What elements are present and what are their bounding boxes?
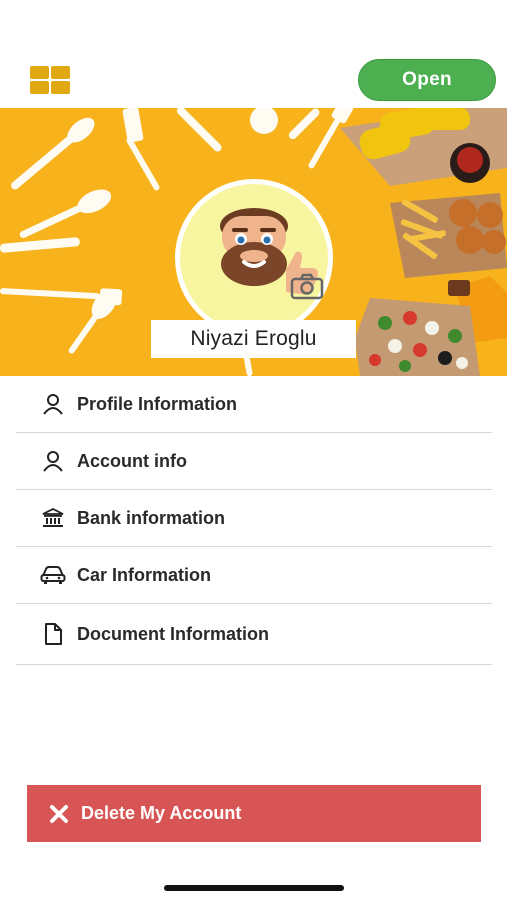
close-icon [50,804,68,823]
memoji-avatar [175,179,333,337]
car-icon [38,563,68,587]
menu-item-label: Profile Information [77,393,238,414]
user-icon [38,449,68,473]
avatar[interactable] [174,178,334,338]
document-icon [38,622,68,646]
menu-item-bank-information[interactable]: Bank information [16,490,492,547]
camera-icon[interactable] [290,272,324,300]
profile-banner: Niyazi Eroglu [0,108,507,376]
menu-item-document-information[interactable]: Document Information [16,604,492,665]
grid-icon[interactable] [30,66,70,94]
settings-menu: Profile Information Account info Bank in… [16,376,492,665]
menu-item-car-information[interactable]: Car Information [16,547,492,604]
home-indicator[interactable] [164,885,344,891]
menu-item-label: Account info [77,450,187,471]
top-bar: Open [0,0,507,108]
user-icon [38,392,68,416]
delete-account-button[interactable]: Delete My Account [27,785,481,842]
bank-icon [38,506,68,530]
menu-item-label: Bank information [77,507,226,528]
menu-item-label: Car Information [77,564,212,585]
profile-name: Niyazi Eroglu [151,320,356,358]
delete-account-label: Delete My Account [81,803,242,823]
menu-item-account-info[interactable]: Account info [16,433,492,490]
menu-item-profile-information[interactable]: Profile Information [16,376,492,433]
status-toggle-button[interactable]: Open [358,59,496,101]
menu-item-label: Document Information [77,623,269,644]
